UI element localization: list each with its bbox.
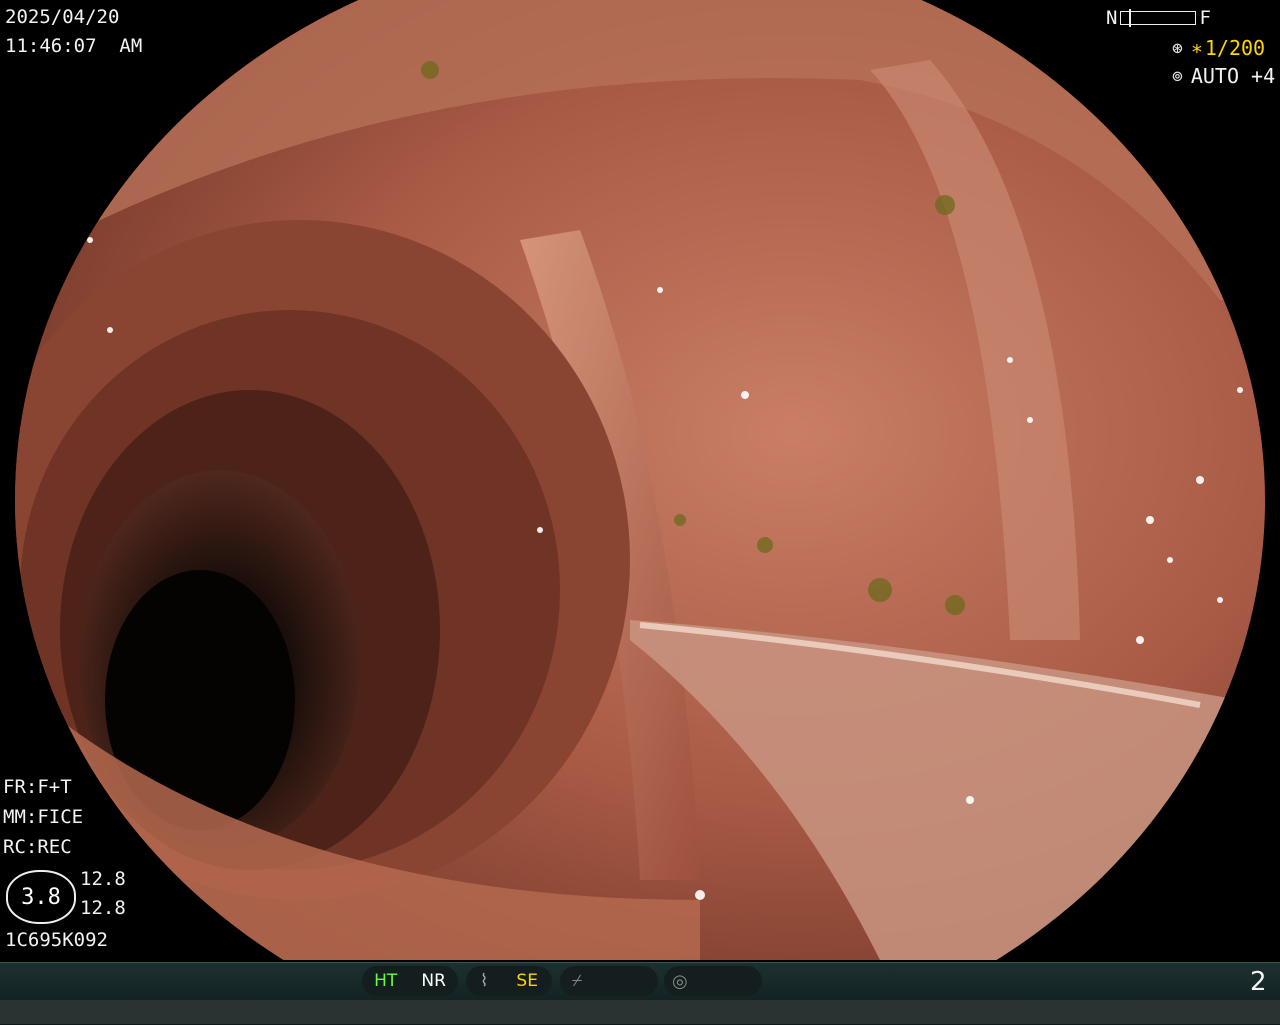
- time-readout: 11:46:07 AM: [5, 35, 143, 57]
- focus-marker: [1129, 9, 1132, 27]
- shutter-star-icon: ∗: [1190, 36, 1203, 60]
- rc-mode-readout: RC:REC: [3, 836, 72, 858]
- ht-nr-pill: HT NR: [362, 966, 458, 996]
- endoscope-view: [0, 0, 1280, 960]
- mm-mode-readout: MM:FICE: [3, 806, 84, 828]
- shutter-row: ⊛ ∗ 1/200: [1172, 36, 1265, 60]
- value-bottom-readout: 12.8: [80, 897, 126, 919]
- status-strip: [0, 1000, 1280, 1024]
- iris-readout: AUTO +4: [1190, 64, 1276, 88]
- focus-near-label: N: [1106, 7, 1118, 29]
- date-readout: 2025/04/20: [5, 6, 120, 28]
- zoom-badge: 3.8: [6, 870, 76, 924]
- nr-label: NR: [421, 971, 446, 991]
- wave-pill: ◎: [664, 966, 762, 996]
- iris-row: ⊚ AUTO +4: [1172, 64, 1275, 88]
- focus-far-label: F: [1199, 7, 1211, 29]
- shutter-readout: 1/200: [1204, 36, 1266, 60]
- ht-label: HT: [374, 971, 398, 991]
- focus-scale: [1120, 9, 1197, 27]
- scope-id-readout: 1C695K092: [5, 929, 108, 951]
- zoom-badge-value: 3.8: [21, 884, 61, 910]
- value-top-readout: 12.8: [80, 868, 126, 890]
- enhance-curve-icon: ⌇: [480, 971, 489, 991]
- se-pill: ⌇ SE: [466, 966, 552, 996]
- frame-mode-readout: FR:F+T: [3, 776, 72, 798]
- wave-circle-icon: ◎: [672, 970, 688, 992]
- iris-icon: ⊚: [1172, 65, 1183, 87]
- shutter-icon: ⊛: [1172, 37, 1183, 59]
- se-label: SE: [516, 971, 538, 991]
- slash-curve-icon: ⌿: [572, 971, 583, 991]
- focus-indicator: N F: [1106, 7, 1211, 29]
- endoscopic-image: [15, 0, 1265, 960]
- slash-pill: ⌿: [560, 966, 658, 996]
- page-number: 2: [1250, 967, 1267, 997]
